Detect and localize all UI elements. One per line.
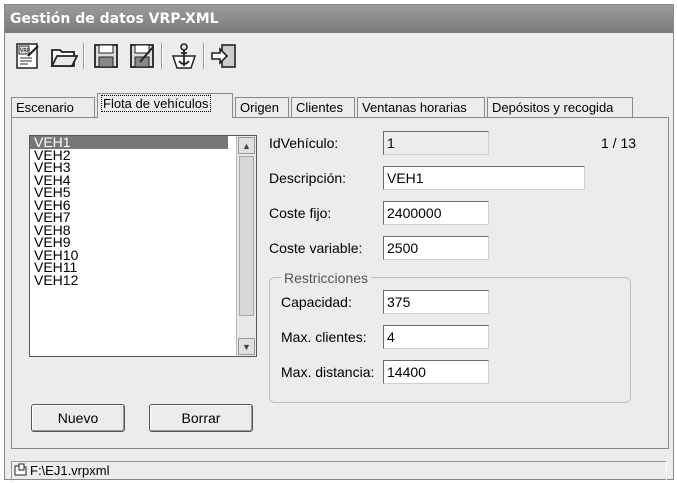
toolbar-separator <box>161 43 163 69</box>
status-pane: F:\EJ1.vrpxml <box>11 461 667 481</box>
description-label: Descripción: <box>269 170 347 186</box>
new-button[interactable]: Nuevo <box>31 404 125 432</box>
scroll-up-icon[interactable]: ▲ <box>238 137 255 154</box>
new-xml-icon[interactable]: VRP <box>11 40 45 72</box>
tab-strip: Escenario Flota de vehículos Origen Clie… <box>11 93 671 119</box>
status-bar: F:\EJ1.vrpxml <box>9 459 675 483</box>
svg-text:VRP: VRP <box>20 48 30 54</box>
tab-ventanas-horarias[interactable]: Ventanas horarias <box>357 97 485 117</box>
id-field: 1 <box>383 131 489 155</box>
window-title: Gestión de datos VRP-XML <box>5 5 673 33</box>
tab-flota-de-vehiculos[interactable]: Flota de vehículos <box>97 93 233 118</box>
app-window: Gestión de datos VRP-XML VRP Escenario F… <box>4 4 675 483</box>
record-counter: 1 / 13 <box>601 135 637 151</box>
scroll-down-icon[interactable]: ▼ <box>238 338 255 355</box>
fixed-cost-label: Coste fijo: <box>269 205 332 221</box>
tab-clientes[interactable]: Clientes <box>291 97 355 117</box>
restrictions-title: Restricciones <box>281 270 372 286</box>
toolbar-separator <box>203 43 205 69</box>
max-distance-field[interactable]: 14400 <box>383 360 489 384</box>
tab-label: Depósitos y recogida <box>492 100 614 115</box>
save-as-icon[interactable] <box>125 40 159 72</box>
vehicle-list-scrollbar[interactable]: ▲ ▼ <box>236 136 256 356</box>
tab-origen[interactable]: Origen <box>235 97 289 117</box>
open-folder-icon[interactable] <box>47 40 81 72</box>
status-file-path: F:\EJ1.vrpxml <box>30 463 110 478</box>
id-label: IdVehículo: <box>269 135 339 151</box>
vehicle-list[interactable]: VEH1 VEH2 VEH3 VEH4 VEH5 VEH6 VEH7 VEH8 VEH9 VEH1… <box>29 135 257 357</box>
max-distance-label: Max. distancia: <box>281 364 375 380</box>
tab-label: Flota de vehículos <box>101 95 211 112</box>
exit-icon[interactable] <box>207 40 241 72</box>
file-icon <box>14 463 28 482</box>
scroll-thumb[interactable] <box>239 156 254 316</box>
toolbar: VRP <box>9 37 669 77</box>
tab-label: Ventanas horarias <box>362 100 467 115</box>
max-clients-label: Max. clientes: <box>281 329 367 345</box>
capacity-label: Capacidad: <box>281 294 352 310</box>
variable-cost-field[interactable]: 2500 <box>383 236 489 260</box>
max-clients-field[interactable]: 4 <box>383 325 489 349</box>
delete-button[interactable]: Borrar <box>149 404 253 432</box>
description-field[interactable]: VEH1 <box>383 166 585 190</box>
save-icon[interactable] <box>89 40 123 72</box>
list-item[interactable]: VEH12 <box>30 273 228 286</box>
tab-escenario[interactable]: Escenario <box>11 97 95 117</box>
capacity-field[interactable]: 375 <box>383 290 489 314</box>
tab-label: Origen <box>240 100 280 115</box>
tab-depositos-y-recogida[interactable]: Depósitos y recogida <box>487 97 633 117</box>
anchor-icon[interactable] <box>167 40 201 72</box>
toolbar-separator <box>83 43 85 69</box>
fixed-cost-field[interactable]: 2400000 <box>383 201 489 225</box>
variable-cost-label: Coste variable: <box>269 240 363 256</box>
tab-label: Escenario <box>16 100 74 115</box>
tab-label: Clientes <box>296 100 343 115</box>
